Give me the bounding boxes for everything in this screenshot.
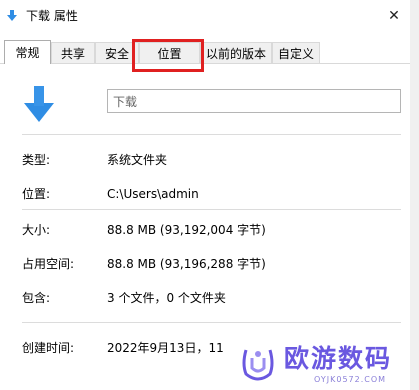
size-label: 大小: xyxy=(22,223,51,237)
type-value: 系统文件夹 xyxy=(107,153,168,167)
contains-label: 包含: xyxy=(22,291,51,305)
tab-sharing[interactable]: 共享 xyxy=(51,42,95,63)
location-value: C:\Users\admin xyxy=(107,187,199,201)
download-arrow-icon xyxy=(24,86,54,122)
location-label: 位置: xyxy=(22,187,51,201)
size-on-disk-label: 占用空间: xyxy=(22,257,75,271)
tab-customize[interactable]: 自定义 xyxy=(272,42,320,63)
folder-name-input[interactable] xyxy=(107,89,401,113)
watermark: 欧游数码 OYJK0572.COM xyxy=(232,340,412,388)
type-label: 类型: xyxy=(22,153,51,167)
properties-window: 下载 属性 ✕ 常规 共享 安全 位置 以前的版本 自定义 类型: 系统文件夹 … xyxy=(0,0,410,390)
created-value: 2022年9月13日，11 xyxy=(107,341,224,355)
tab-general[interactable]: 常规 xyxy=(4,40,51,64)
window-title: 下载 属性 xyxy=(26,9,78,23)
tab-previous-versions[interactable]: 以前的版本 xyxy=(200,42,272,63)
close-button[interactable]: ✕ xyxy=(378,0,410,32)
size-on-disk-value: 88.8 MB (93,196,288 字节) xyxy=(107,257,266,271)
tab-label: 共享 xyxy=(60,46,85,61)
separator xyxy=(22,322,401,323)
separator xyxy=(22,134,401,135)
separator xyxy=(22,209,401,210)
download-folder-icon xyxy=(7,10,17,21)
contains-value: 3 个文件，0 个文件夹 xyxy=(107,291,226,305)
tab-label: 以前的版本 xyxy=(205,46,266,61)
location-tab-highlight xyxy=(132,39,204,72)
tab-label: 安全 xyxy=(104,46,129,61)
size-value: 88.8 MB (93,192,004 字节) xyxy=(107,223,266,237)
window-edge xyxy=(410,0,419,390)
created-label: 创建时间: xyxy=(22,341,75,355)
watermark-text: 欧游数码 xyxy=(284,344,393,373)
close-icon: ✕ xyxy=(388,8,400,24)
title-bar[interactable]: 下载 属性 ✕ xyxy=(0,0,410,32)
tab-label: 常规 xyxy=(15,46,40,60)
watermark-subtext: OYJK0572.COM xyxy=(314,375,387,384)
tab-label: 自定义 xyxy=(277,46,314,61)
watermark-logo-icon xyxy=(242,349,274,381)
